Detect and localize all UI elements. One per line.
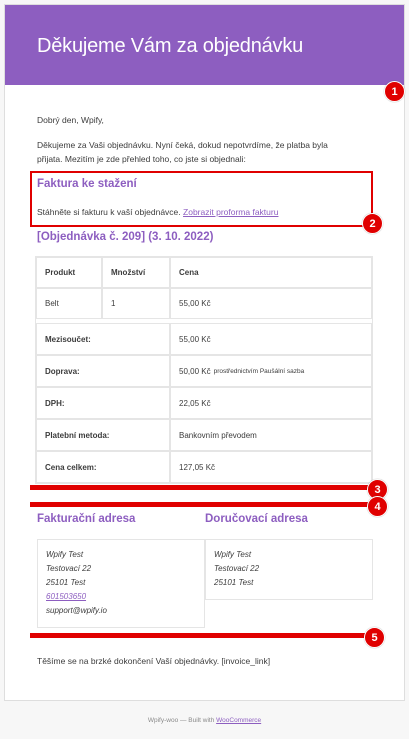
payment-method-label: Platební metoda: [36,419,170,451]
footer: Wpify-woo — Built with WooCommerce [0,717,409,724]
order-heading: [Objednávka č. 209] (3. 10. 2022) [37,231,214,243]
email-title: Děkujeme Vám za objednávku [37,35,304,57]
woocommerce-link[interactable]: WooCommerce [216,717,261,724]
billing-street: Testovací 22 [46,564,92,573]
tax-label: DPH: [36,387,170,419]
intro-line-2: přijata. Mezitím je zde přehled toho, co… [37,154,246,164]
email-header: Děkujeme Vám za objednávku [5,5,404,85]
col-header-price: Cena [170,257,372,288]
annotation-bar-3 [30,485,373,490]
order-total-value: 127,05 Kč [170,451,372,483]
billing-address-heading: Fakturační adresa [37,513,136,525]
intro-line-1: Děkujeme za Vaši objednávku. Nyní čeká, … [37,140,328,150]
annotation-marker-2: 2 [362,213,383,234]
tax-value: 22,05 Kč [170,387,372,419]
col-header-product: Produkt [36,257,102,288]
annotation-marker-4: 4 [367,496,388,517]
annotation-marker-1: 1 [384,81,405,102]
billing-city: 25101 Test [46,578,86,587]
closing-text: Těšíme se na brzké dokončení Vaší objedn… [37,656,271,666]
shipping-value: 50,00 Kč [179,366,211,376]
shipping-address-heading: Doručovací adresa [205,513,308,525]
greeting: Dobrý den, Wpify, [37,115,104,125]
shipping-name: Wpify Test [214,550,252,559]
shipping-city: 25101 Test [214,578,254,587]
subtotal-value: 55,00 Kč [170,323,372,355]
shipping-method-note: prostřednictvím Paušální sazba [213,367,305,375]
billing-address-box: Wpify Test Testovací 22 25101 Test 60150… [37,539,205,628]
invoice-highlight-box [30,171,373,227]
order-table: Produkt Množství Cena Belt 1 55,00 Kč Me… [35,256,373,484]
shipping-value-cell: 50,00 Kč prostřednictvím Paušální sazba [170,355,372,387]
payment-method-value: Bankovním převodem [170,419,372,451]
subtotal-label: Mezisoučet: [36,323,170,355]
item-qty: 1 [102,288,170,319]
annotation-bar-4 [30,502,378,507]
shipping-address-box: Wpify Test Testovací 22 25101 Test [205,539,373,600]
billing-email: support@wpify.io [46,606,107,615]
footer-prefix: Wpify-woo — Built with [147,717,215,724]
annotation-marker-5: 5 [364,627,385,648]
shipping-street: Testovací 22 [214,564,260,573]
item-product: Belt [36,288,102,319]
item-price: 55,00 Kč [170,288,372,319]
col-header-qty: Množství [102,257,170,288]
billing-phone-link[interactable]: 601503650 [46,592,86,601]
order-total-label: Cena celkem: [36,451,170,483]
annotation-bar-5 [30,633,373,638]
billing-name: Wpify Test [46,550,84,559]
shipping-label: Doprava: [36,355,170,387]
